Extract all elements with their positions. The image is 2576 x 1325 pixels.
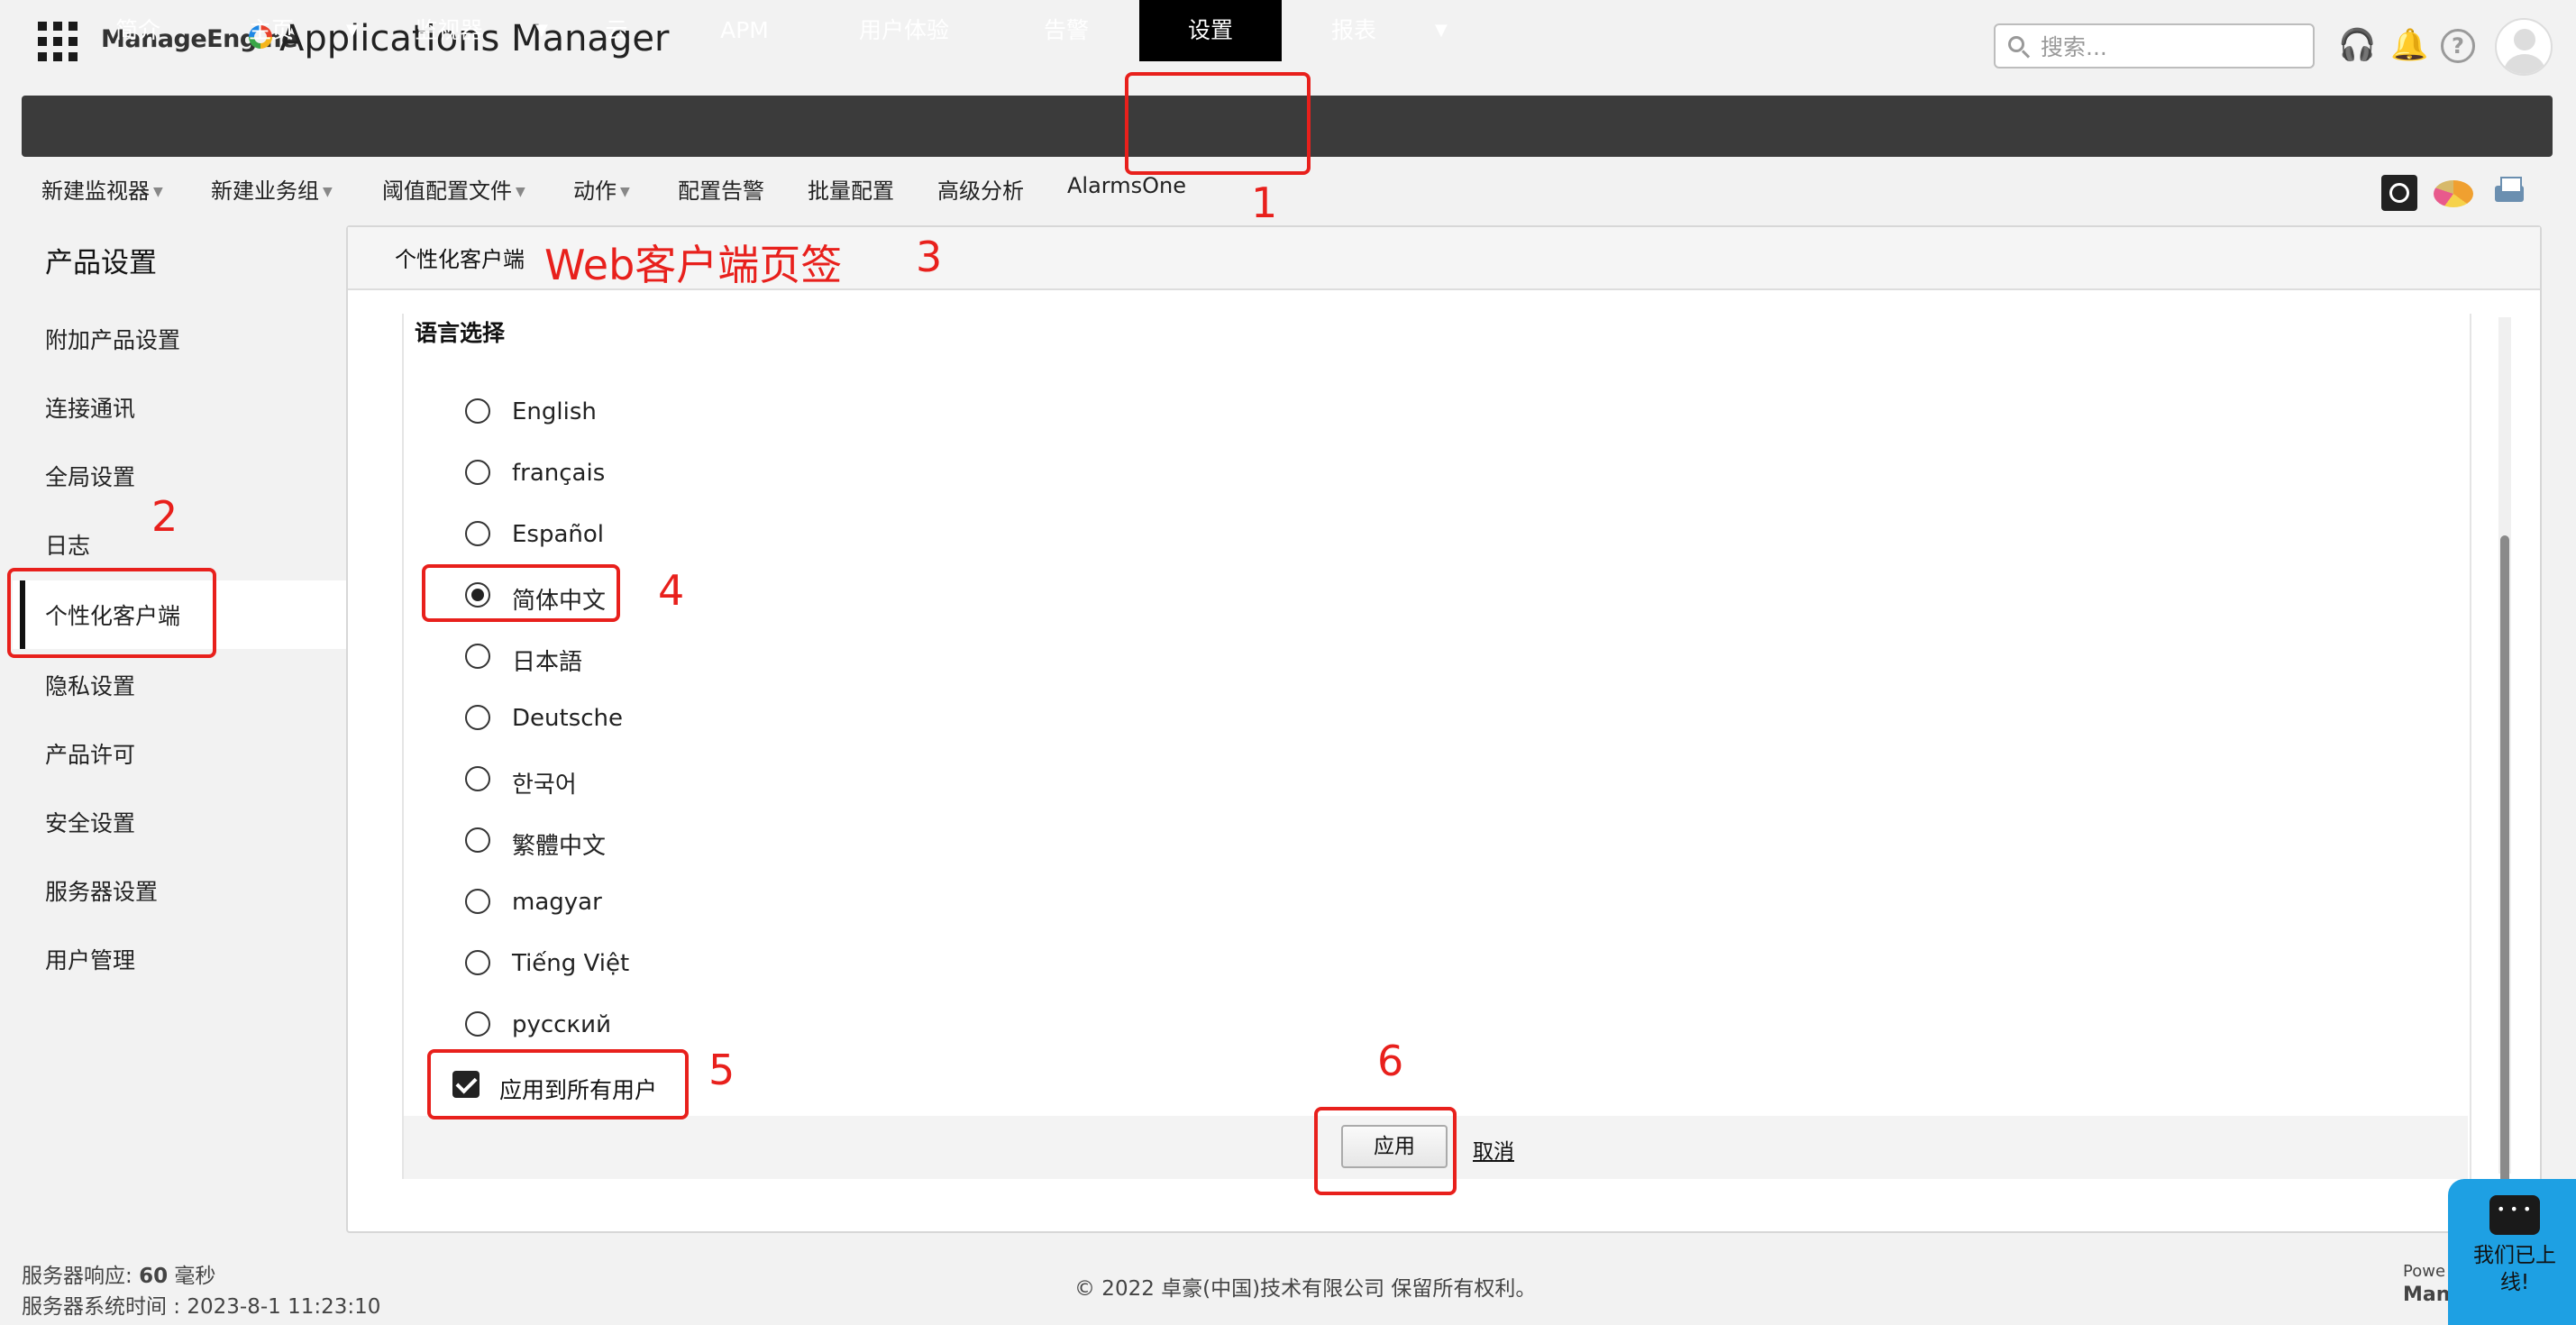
search-icon — [2008, 36, 2024, 52]
nav-intro[interactable]: 简介 — [99, 0, 177, 61]
nav-reports-chevron-icon[interactable]: ▼ — [1435, 0, 1448, 61]
sidebar-item-connection[interactable]: 连接通讯 — [45, 391, 135, 424]
chat-label[interactable]: 我们已上线! — [2461, 1242, 2569, 1296]
nav-apm[interactable]: APM — [708, 0, 781, 61]
nav-alarms[interactable]: 告警 — [1037, 0, 1096, 61]
language-label-french: français — [512, 460, 606, 487]
language-label-german: Deutsche — [512, 705, 624, 732]
chat-icon[interactable] — [2489, 1195, 2540, 1235]
annotation-4: 4 — [658, 566, 685, 615]
scrollbar-thumb[interactable] — [2500, 535, 2509, 1184]
nav-home[interactable]: 主页 — [233, 0, 310, 61]
annotation-3: 3 — [916, 233, 943, 281]
language-label-hungarian: magyar — [512, 889, 602, 916]
subnav-new-monitor[interactable]: 新建监视器 ▼ — [41, 173, 163, 205]
print-icon[interactable] — [2491, 175, 2527, 207]
bell-icon[interactable]: 🔔 — [2390, 27, 2428, 63]
copyright: © 2022 卓豪(中国)技术有限公司 保留所有权利。 — [1074, 1277, 1537, 1301]
sidebar-item-license[interactable]: 产品许可 — [45, 737, 135, 770]
nav-home-chevron-icon[interactable]: ▼ — [346, 0, 359, 61]
sidebar-item-server-settings[interactable]: 服务器设置 — [45, 874, 158, 907]
language-label-vietnamese: Tiếng Việt — [512, 950, 630, 977]
search-input[interactable] — [2039, 31, 2304, 63]
powered-by: Powe — [2403, 1262, 2446, 1281]
nav-user-experience[interactable]: 用户体验 — [854, 0, 954, 61]
annotation-box-apply — [1314, 1107, 1457, 1195]
sidebar-item-user-management[interactable]: 用户管理 — [45, 943, 135, 975]
annotation-2: 2 — [151, 492, 178, 541]
subnav-bulk-config[interactable]: 批量配置 — [808, 173, 894, 205]
server-time: 服务器系统时间 : 2023-8-1 11:23:10 — [22, 1295, 381, 1319]
radio-vietnamese[interactable] — [465, 950, 490, 975]
annotation-box-settings — [1125, 72, 1311, 175]
sidebar-title: 产品设置 — [45, 247, 157, 279]
annotation-1: 1 — [1251, 178, 1278, 227]
subnav-configure-alarms[interactable]: 配置告警 — [678, 173, 764, 205]
annotation-6: 6 — [1377, 1037, 1404, 1085]
cancel-link[interactable]: 取消 — [1473, 1134, 1514, 1165]
annotation-box-language — [422, 564, 620, 622]
radio-spanish[interactable] — [465, 521, 490, 546]
chevron-down-icon: ▼ — [153, 185, 163, 199]
language-label-russian: русский — [512, 1011, 611, 1038]
app-launcher-icon[interactable] — [38, 22, 78, 61]
radio-hungarian[interactable] — [465, 889, 490, 914]
language-label-japanese: 日本語 — [512, 649, 583, 676]
headset-icon[interactable]: 🎧 — [2338, 27, 2376, 63]
camera-icon[interactable] — [2381, 175, 2417, 211]
annotation-box-sidebar — [7, 568, 216, 658]
radio-korean[interactable] — [465, 766, 490, 791]
subnav-new-business-group[interactable]: 新建业务组 ▼ — [211, 173, 333, 205]
sidebar-item-addon-settings[interactable]: 附加产品设置 — [45, 323, 180, 355]
language-label-english: English — [512, 398, 597, 425]
tab-personalize-client[interactable]: 个性化客户端 — [395, 242, 525, 273]
language-section-title: 语言选择 — [415, 320, 506, 346]
nav-cloud[interactable]: 云 — [598, 0, 635, 61]
radio-traditional-chinese[interactable] — [465, 827, 490, 853]
chevron-down-icon: ▼ — [620, 185, 630, 199]
radio-french[interactable] — [465, 460, 490, 485]
subnav-threshold-profiles[interactable]: 阈值配置文件 ▼ — [382, 173, 525, 205]
language-label-spanish: Español — [512, 521, 605, 548]
sidebar-item-privacy[interactable]: 隐私设置 — [45, 669, 135, 701]
sidebar-item-global-settings[interactable]: 全局设置 — [45, 460, 135, 492]
annotation-web-tab-label: Web客户端页签 — [544, 241, 843, 289]
avatar[interactable] — [2495, 18, 2553, 76]
radio-russian[interactable] — [465, 1011, 490, 1037]
sidebar-item-security[interactable]: 安全设置 — [45, 806, 135, 838]
annotation-5: 5 — [708, 1046, 735, 1094]
chevron-down-icon: ▼ — [516, 185, 525, 199]
search-box[interactable] — [1994, 23, 2315, 69]
help-icon[interactable]: ? — [2441, 29, 2475, 63]
sidebar-item-logs[interactable]: 日志 — [45, 528, 90, 561]
language-label-traditional-chinese: 繁體中文 — [512, 833, 607, 860]
nav-monitors[interactable]: 监视器 — [404, 0, 494, 61]
annotation-box-checkbox — [427, 1049, 689, 1119]
server-response-value: 60 — [139, 1265, 169, 1288]
nav-settings[interactable]: 设置 — [1139, 0, 1282, 61]
radio-german[interactable] — [465, 705, 490, 730]
nav-reports[interactable]: 报表 — [1327, 0, 1381, 61]
chevron-down-icon: ▼ — [323, 185, 333, 199]
radio-english[interactable] — [465, 398, 490, 424]
subnav-actions[interactable]: 动作 ▼ — [573, 173, 630, 205]
subnav-alarmsone[interactable]: AlarmsOne — [1067, 173, 1186, 198]
pie-chart-icon[interactable] — [2434, 180, 2473, 207]
nav-monitors-chevron-icon[interactable]: ▼ — [535, 0, 548, 61]
radio-japanese[interactable] — [465, 644, 490, 669]
server-response: 服务器响应: 60 毫秒 — [22, 1265, 216, 1288]
subnav-advanced-analytics[interactable]: 高级分析 — [937, 173, 1024, 205]
language-label-korean: 한국어 — [512, 772, 577, 799]
